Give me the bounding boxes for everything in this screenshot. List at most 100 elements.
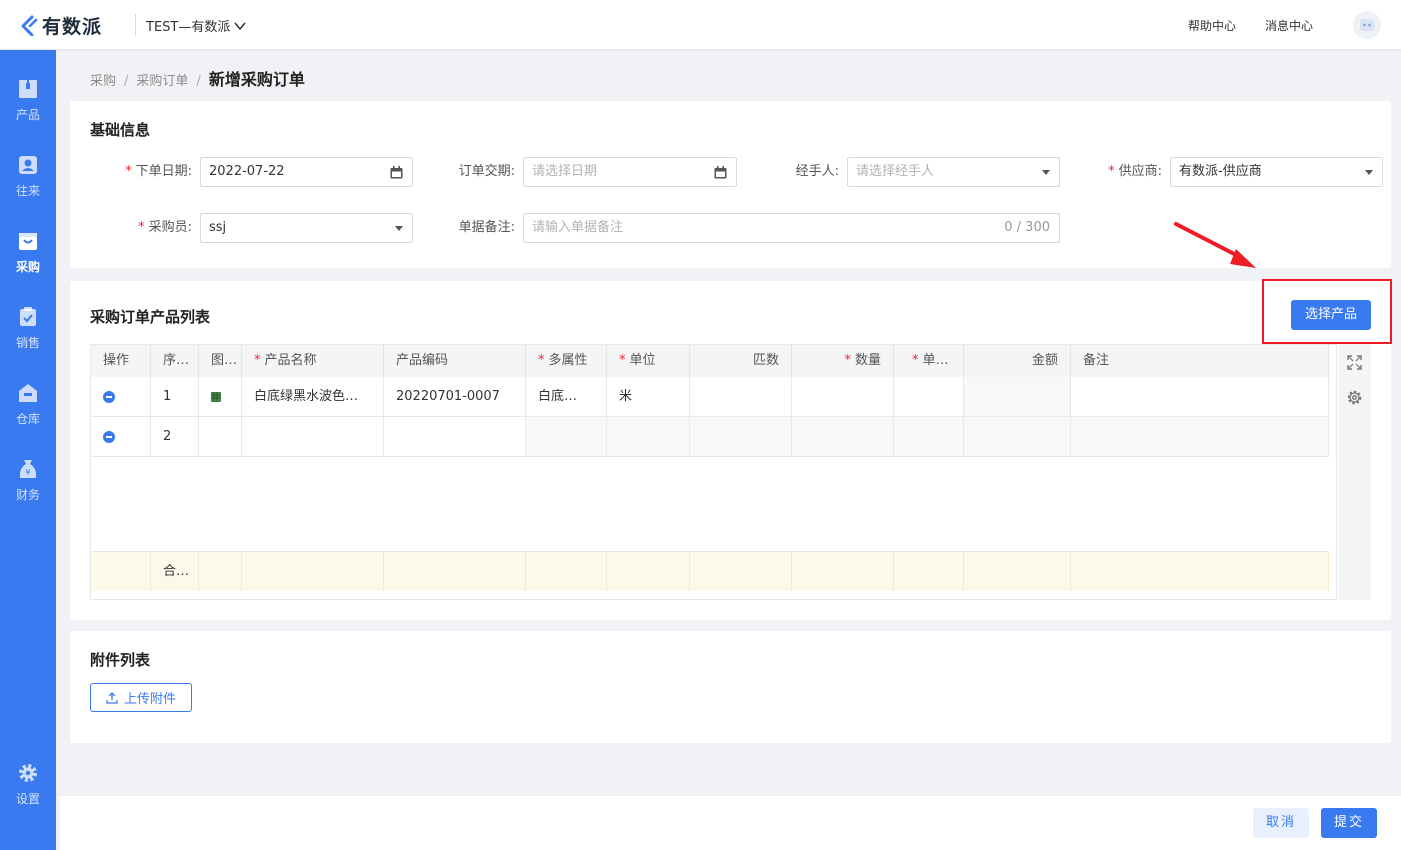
summary-cell <box>964 552 1071 591</box>
buyer-label: * 采购员: <box>138 220 192 235</box>
product-table: 操作 序… 图… * 产品名称 产品编码 * 多属性 * 单位 匹数 * 数量 * 单… … <box>90 344 1337 600</box>
row-attributes[interactable] <box>526 417 607 456</box>
nav-item-product[interactable]: 产品 <box>0 78 56 138</box>
row-action-cell <box>91 417 151 456</box>
nav-label: 设置 <box>15 792 40 806</box>
contacts-icon <box>19 156 37 174</box>
row-image-cell <box>199 377 242 416</box>
remark-label: 单据备注: <box>458 220 515 235</box>
red-arrow-annotation <box>1174 222 1256 268</box>
logo-icon <box>21 15 38 36</box>
message-center-link[interactable]: 消息中心 <box>1265 17 1313 34</box>
row-remark[interactable] <box>1071 377 1329 416</box>
nav-label: 仓库 <box>15 412 40 426</box>
fullscreen-icon[interactable] <box>1346 354 1363 371</box>
logo-text: 有数派 <box>42 15 103 38</box>
breadcrumb-purchase-order[interactable]: 采购订单 <box>136 70 188 89</box>
row-unit-price[interactable] <box>894 417 964 456</box>
order-date-value: 2022-07-22 <box>209 164 285 179</box>
nav-label: 销售 <box>15 336 40 350</box>
settings-gear-icon[interactable] <box>1346 389 1363 406</box>
summary-cell <box>1071 552 1329 591</box>
remove-row-icon[interactable] <box>103 430 115 443</box>
row-rolls[interactable] <box>690 417 792 456</box>
attachment-card: 附件列表 <box>70 631 1391 743</box>
remove-row-icon[interactable] <box>103 390 115 403</box>
col-rolls: 匹数 <box>690 345 792 377</box>
row-product-name[interactable]: 白底绿黑水波色… <box>242 377 384 416</box>
gear-icon <box>19 764 37 782</box>
buyer-select[interactable]: ssj <box>200 213 413 243</box>
row-attributes[interactable]: 白底… <box>526 377 607 416</box>
breadcrumb: 采购 / 采购订单 / 新增采购订单 <box>90 66 305 90</box>
company-name: TEST—有数派 <box>146 20 231 35</box>
caret-down-icon <box>1365 169 1373 175</box>
summary-cell <box>526 552 607 591</box>
attachment-title: 附件列表 <box>90 651 151 669</box>
row-remark[interactable] <box>1071 417 1329 456</box>
top-bar: 有数派 TEST—有数派 帮助中心 消息中心 <box>0 0 1401 50</box>
nav-item-settings[interactable]: 设置 <box>0 762 56 822</box>
row-quantity[interactable] <box>792 417 894 456</box>
upload-attachment-label: 上传附件 <box>123 692 176 707</box>
upload-attachment-button[interactable]: 上传附件 <box>90 683 192 712</box>
highlight-box <box>1262 279 1392 344</box>
col-action: 操作 <box>91 345 151 377</box>
handler-label: 经手人: <box>795 164 839 179</box>
divider <box>135 14 136 36</box>
summary-label: 合… <box>151 552 199 591</box>
warehouse-icon <box>19 384 37 402</box>
nav-label: 采购 <box>15 260 40 274</box>
product-thumbnail[interactable] <box>211 391 221 402</box>
row-unit[interactable] <box>607 417 690 456</box>
col-quantity: * 数量 <box>792 345 894 377</box>
table-tools <box>1338 344 1371 600</box>
col-product-code: 产品编码 <box>384 345 526 377</box>
nav-item-purchase[interactable]: 采购 <box>0 230 56 290</box>
basic-info-title: 基础信息 <box>90 121 151 139</box>
row-quantity[interactable] <box>792 377 894 416</box>
order-date-picker[interactable]: 2022-07-22 <box>200 157 413 187</box>
avatar[interactable] <box>1353 11 1381 39</box>
box-icon <box>19 80 37 98</box>
col-amount: 金额 <box>964 345 1071 377</box>
breadcrumb-separator: / <box>124 74 129 89</box>
col-image: 图… <box>199 345 242 377</box>
col-index: 序… <box>151 345 199 377</box>
row-rolls[interactable] <box>690 377 792 416</box>
nav-label: 产品 <box>15 108 40 122</box>
order-date-label: * 下单日期: <box>125 164 192 179</box>
nav-item-contacts[interactable]: 往来 <box>0 154 56 214</box>
summary-cell <box>792 552 894 591</box>
nav-item-finance[interactable]: ¥ 财务 <box>0 458 56 518</box>
summary-cell <box>242 552 384 591</box>
handler-select[interactable]: 请选择经手人 <box>847 157 1060 187</box>
breadcrumb-purchase[interactable]: 采购 <box>90 70 116 89</box>
row-product-code: 20220701-0007 <box>384 377 526 416</box>
bottom-action-bar <box>60 795 1401 850</box>
remark-placeholder: 请输入单据备注 <box>532 220 624 235</box>
company-switcher[interactable]: TEST—有数派 <box>146 16 246 35</box>
row-unit-price[interactable] <box>894 377 964 416</box>
submit-button[interactable]: 提交 <box>1321 808 1377 838</box>
row-product-name[interactable] <box>242 417 384 456</box>
help-center-link[interactable]: 帮助中心 <box>1188 17 1236 34</box>
svg-text:¥: ¥ <box>25 468 30 477</box>
supplier-select[interactable]: 有数派-供应商 <box>1170 157 1383 187</box>
nav-item-warehouse[interactable]: 仓库 <box>0 382 56 442</box>
delivery-date-picker[interactable]: 请选择日期 <box>523 157 737 187</box>
logo[interactable]: 有数派 <box>18 12 102 38</box>
nav-item-sales[interactable]: 销售 <box>0 306 56 366</box>
row-image-cell <box>199 417 242 456</box>
row-amount <box>964 417 1071 456</box>
summary-cell <box>894 552 964 591</box>
cancel-button[interactable]: 取消 <box>1253 808 1309 838</box>
remark-input[interactable]: 请输入单据备注 0 / 300 <box>523 213 1060 243</box>
row-unit[interactable]: 米 <box>607 377 690 416</box>
col-remark: 备注 <box>1071 345 1329 377</box>
row-action-cell <box>91 377 151 416</box>
nav-label: 往来 <box>15 184 40 198</box>
summary-cell <box>690 552 792 591</box>
col-unit-price: * 单… <box>894 345 964 377</box>
supplier-label: * 供应商: <box>1108 164 1162 179</box>
